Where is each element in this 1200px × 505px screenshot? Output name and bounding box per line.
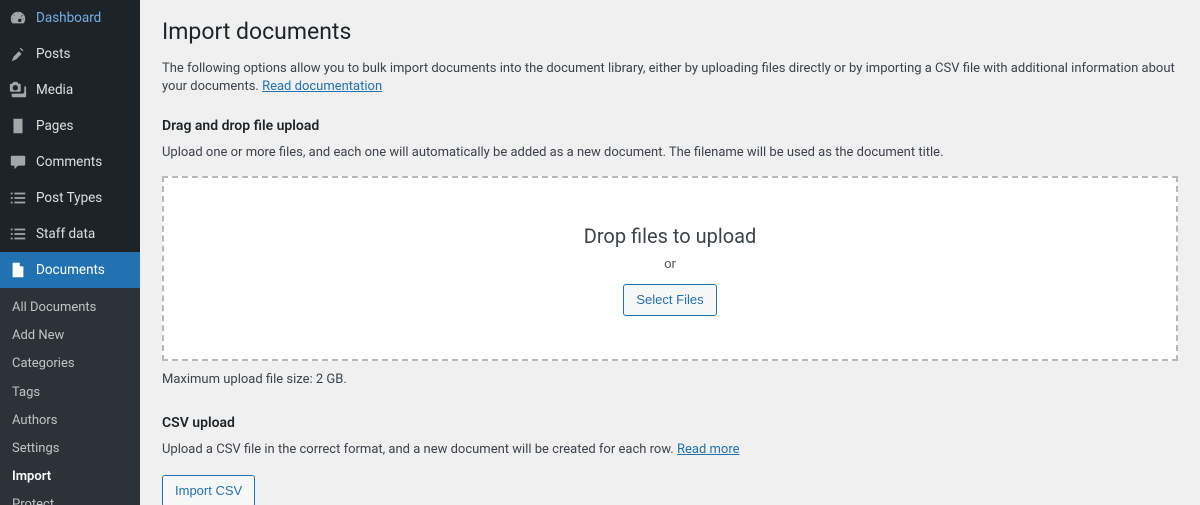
sidebar-item-pages[interactable]: Pages: [0, 108, 140, 144]
sidebar-item-label: Media: [36, 81, 73, 100]
page-title: Import documents: [162, 16, 1178, 48]
max-upload-size: Maximum upload file size: 2 GB.: [162, 371, 1178, 389]
dropzone-or: or: [664, 256, 676, 274]
sidebar-item-label: Staff data: [36, 225, 95, 244]
drag-drop-description: Upload one or more files, and each one w…: [162, 144, 1178, 162]
csv-description-text: Upload a CSV file in the correct format,…: [162, 442, 677, 457]
submenu-item-all-documents[interactable]: All Documents: [0, 294, 140, 322]
document-icon: [8, 260, 28, 280]
main-content: Import documents The following options a…: [140, 0, 1200, 505]
sidebar-item-staff-data[interactable]: Staff data: [0, 216, 140, 252]
submenu-item-tags[interactable]: Tags: [0, 379, 140, 407]
dropzone-title: Drop files to upload: [584, 222, 757, 250]
sidebar-item-label: Comments: [36, 153, 102, 172]
sidebar-item-label: Post Types: [36, 189, 102, 208]
sidebar-item-post-types[interactable]: Post Types: [0, 180, 140, 216]
admin-sidebar: Dashboard Posts Media Pages Comments Pos…: [0, 0, 140, 505]
submenu-documents: All Documents Add New Categories Tags Au…: [0, 288, 140, 505]
drag-drop-heading: Drag and drop file upload: [162, 117, 1178, 137]
sidebar-item-dashboard[interactable]: Dashboard: [0, 0, 140, 36]
csv-upload-heading: CSV upload: [162, 414, 1178, 434]
read-documentation-link[interactable]: Read documentation: [262, 79, 382, 94]
sidebar-item-media[interactable]: Media: [0, 72, 140, 108]
sidebar-item-comments[interactable]: Comments: [0, 144, 140, 180]
submenu-item-categories[interactable]: Categories: [0, 350, 140, 378]
intro-paragraph: The following options allow you to bulk …: [162, 60, 1178, 96]
submenu-item-settings[interactable]: Settings: [0, 435, 140, 463]
pages-icon: [8, 116, 28, 136]
media-icon: [8, 80, 28, 100]
csv-read-more-link[interactable]: Read more: [677, 442, 740, 457]
sidebar-item-label: Dashboard: [36, 9, 101, 28]
submenu-item-import[interactable]: Import: [0, 463, 140, 491]
sidebar-item-label: Documents: [36, 261, 105, 280]
sidebar-item-posts[interactable]: Posts: [0, 36, 140, 72]
submenu-item-add-new[interactable]: Add New: [0, 322, 140, 350]
submenu-item-protect[interactable]: Protect: [0, 491, 140, 505]
select-files-button[interactable]: Select Files: [623, 284, 716, 316]
csv-description: Upload a CSV file in the correct format,…: [162, 441, 1178, 459]
file-dropzone[interactable]: Drop files to upload or Select Files: [162, 176, 1178, 361]
submenu-item-authors[interactable]: Authors: [0, 407, 140, 435]
sidebar-item-label: Pages: [36, 117, 74, 136]
pin-icon: [8, 44, 28, 64]
list-icon: [8, 188, 28, 208]
list-icon: [8, 224, 28, 244]
comments-icon: [8, 152, 28, 172]
import-csv-button[interactable]: Import CSV: [162, 475, 255, 505]
sidebar-item-documents[interactable]: Documents: [0, 252, 140, 288]
dashboard-icon: [8, 8, 28, 28]
sidebar-item-label: Posts: [36, 45, 70, 64]
